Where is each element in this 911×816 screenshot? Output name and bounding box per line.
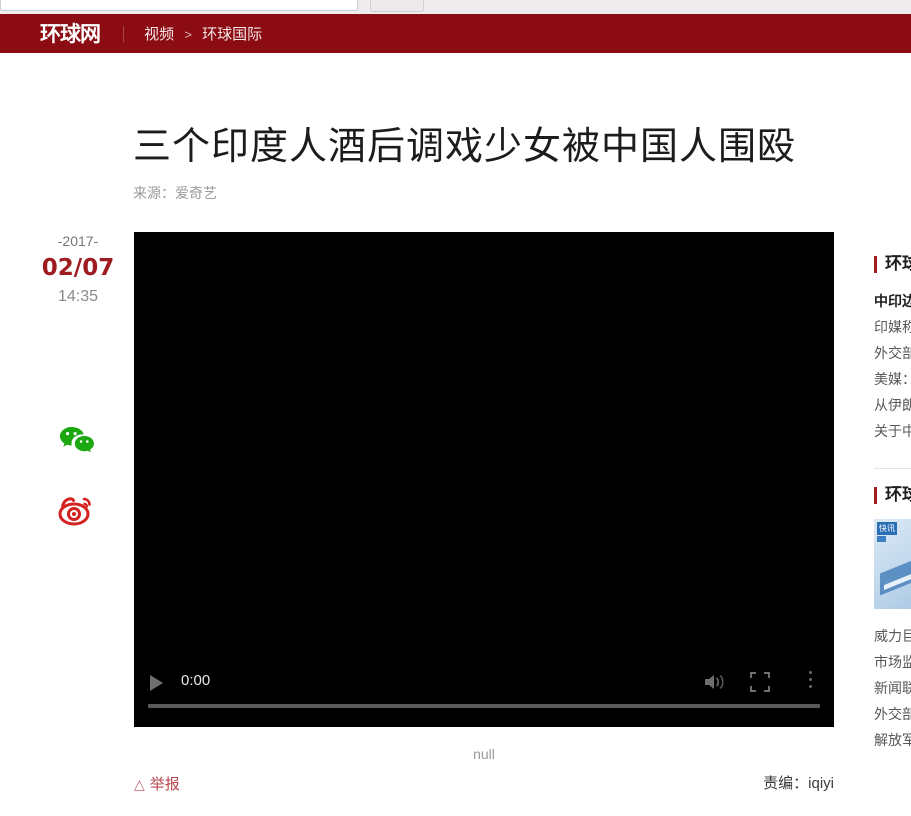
play-icon[interactable] — [150, 675, 163, 691]
share-column — [56, 418, 102, 558]
sidebar-item[interactable]: 威力巨大的… — [874, 623, 911, 649]
sidebar-block-hotspots: 环球热点 中印边境对峙 印媒称中方… 外交部回应… 美媒：中国… 从伊朗到朝… … — [874, 252, 911, 444]
sidebar-item[interactable]: 印媒称中方… — [874, 314, 911, 340]
sidebar-thumbnail[interactable]: 快讯 — [874, 519, 911, 609]
sidebar-item[interactable]: 新闻联播报… — [874, 675, 911, 701]
weibo-icon[interactable] — [56, 488, 98, 530]
sidebar-divider — [874, 468, 911, 469]
video-progress-bar[interactable] — [148, 704, 820, 708]
site-logo[interactable]: 环球网 — [40, 22, 101, 46]
wechat-icon[interactable] — [56, 418, 98, 460]
sidebar-item[interactable]: 市场监管部… — [874, 649, 911, 675]
breadcrumb-separator-icon: > — [184, 27, 192, 42]
sidebar-item[interactable]: 关于中印边… — [874, 418, 911, 444]
thumbnail-tag-block — [877, 536, 886, 542]
article-source: 来源：爱奇艺 — [133, 185, 217, 201]
publish-date: 02/07 — [41, 255, 115, 281]
more-dot — [808, 678, 812, 681]
thumbnail-tag: 快讯 — [877, 522, 897, 535]
sidebar-item[interactable]: 中印边境对峙 — [874, 288, 911, 314]
publish-year: -2017- — [57, 233, 99, 249]
breadcrumb-divider — [123, 26, 124, 42]
video-caption: null — [473, 746, 495, 762]
video-control-row: 0:00 — [134, 669, 834, 703]
sidebar-heading: 环球视频 — [874, 483, 911, 507]
warning-triangle-icon: △ — [134, 776, 145, 792]
fullscreen-icon[interactable] — [750, 672, 770, 692]
browser-chrome-strip — [0, 0, 911, 14]
site-header: 环球网 视频 > 环球国际 — [0, 14, 911, 53]
editor-credit: 责编：iqiyi — [763, 775, 834, 792]
more-dot — [808, 671, 812, 674]
more-dot — [808, 685, 812, 688]
sidebar-item[interactable]: 外交部回应… — [874, 340, 911, 366]
breadcrumb-item-section[interactable]: 视频 — [144, 26, 174, 43]
breadcrumb-item-category[interactable]: 环球国际 — [202, 26, 262, 43]
chrome-toolbar-button[interactable] — [370, 0, 424, 12]
report-button[interactable]: △ 举报 — [134, 774, 180, 795]
page-title: 三个印度人酒后调戏少女被中国人围殴 — [133, 124, 797, 169]
article-meta-column: -2017- 02/07 14:35 — [28, 232, 128, 307]
video-player[interactable]: 0:00 — [134, 232, 834, 727]
volume-icon[interactable] — [702, 671, 726, 693]
video-control-bar: 0:00 — [134, 655, 834, 727]
more-vertical-icon[interactable] — [802, 671, 818, 693]
report-label: 举报 — [149, 776, 180, 793]
right-sidebar: 环球热点 中印边境对峙 印媒称中方… 外交部回应… 美媒：中国… 从伊朗到朝… … — [874, 252, 911, 777]
video-current-time: 0:00 — [181, 672, 211, 689]
sidebar-heading: 环球热点 — [874, 252, 911, 276]
sidebar-item[interactable]: 外交部：中… — [874, 701, 911, 727]
sidebar-item[interactable]: 美媒：中国… — [874, 366, 911, 392]
sidebar-block-videos: 环球视频 快讯 威力巨大的… 市场监管部… 新闻联播报… 外交部：中… 解放军演… — [874, 483, 911, 753]
sidebar-item[interactable]: 解放军演习… — [874, 727, 911, 753]
omnibox-input[interactable] — [0, 0, 358, 11]
sidebar-item[interactable]: 从伊朗到朝… — [874, 392, 911, 418]
breadcrumb: 视频 > 环球国际 — [123, 25, 262, 45]
publish-time: 14:35 — [57, 288, 99, 305]
